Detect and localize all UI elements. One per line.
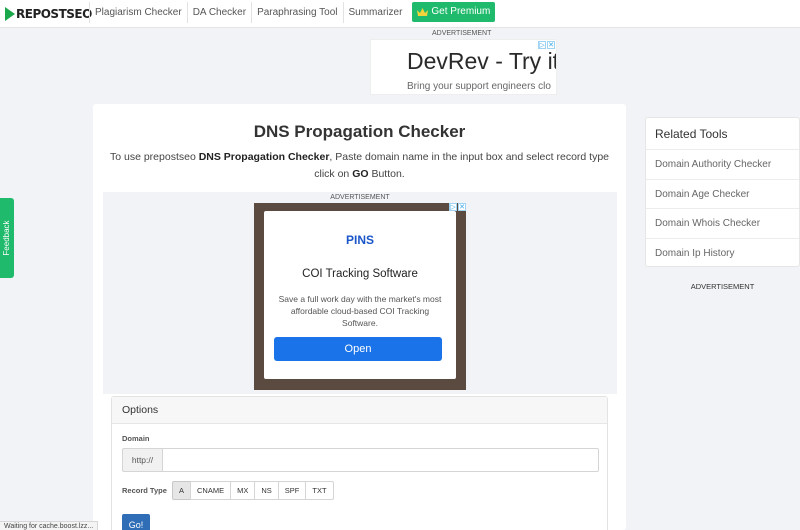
record-type-txt[interactable]: TXT [305, 481, 334, 500]
intro-tool-name: DNS Propagation Checker [198, 151, 330, 163]
site-logo[interactable]: REPOSTSEO [5, 5, 92, 23]
get-premium-button[interactable]: Get Premium [412, 2, 496, 22]
feedback-tab[interactable]: Feedback [0, 198, 14, 278]
nav-item-summarizer[interactable]: Summarizer [344, 2, 408, 23]
ad-side-label: ADVERTISEMENT [690, 282, 755, 291]
ad-brand-logo: PINS [345, 233, 374, 247]
related-item-domain-ip-history[interactable]: Domain Ip History [646, 239, 799, 269]
browser-status-bar: Waiting for cache.boost.lzz... [0, 521, 99, 530]
options-heading: Options [112, 397, 607, 424]
feedback-label: Feedback [2, 220, 11, 256]
get-premium-label: Get Premium [431, 6, 491, 17]
ad-top-banner[interactable]: DevRev - Try it Bring your support engin… [370, 39, 557, 95]
ad-close-icon[interactable]: ✕ [458, 203, 466, 211]
ad-mid-container: ADVERTISEMENT PINS COI Tracking Software… [103, 192, 617, 394]
ad-title: COI Tracking Software [302, 268, 418, 280]
intro-text: To use prepostseo DNS Propagation Checke… [105, 149, 614, 183]
record-type-label: Record Type [122, 486, 167, 495]
record-type-cname[interactable]: CNAME [190, 481, 232, 500]
domain-input[interactable] [162, 448, 599, 472]
related-tools-title: Related Tools [646, 118, 799, 150]
record-type-selector: A CNAME MX NS SPF TXT [172, 481, 334, 500]
logo-mark-icon [5, 7, 15, 21]
record-type-ns[interactable]: NS [254, 481, 279, 500]
record-type-a[interactable]: A [172, 481, 192, 500]
go-button[interactable]: Go! [122, 514, 150, 530]
domain-input-group: http:// [122, 448, 599, 472]
domain-label: Domain [122, 434, 150, 443]
ad-top-label: ADVERTISEMENT [432, 30, 492, 37]
related-item-domain-authority-checker[interactable]: Domain Authority Checker [646, 150, 799, 180]
crown-icon [417, 7, 429, 16]
related-item-domain-whois-checker[interactable]: Domain Whois Checker [646, 209, 799, 239]
related-item-domain-age-checker[interactable]: Domain Age Checker [646, 180, 799, 209]
related-tools-panel: Related Tools Domain Authority Checker D… [645, 117, 800, 267]
nav-item-plagiarism-checker[interactable]: Plagiarism Checker [89, 2, 188, 23]
ad-top-headline: DevRev - Try it [407, 48, 557, 74]
record-type-mx[interactable]: MX [230, 481, 256, 500]
top-navbar: REPOSTSEO Plagiarism Checker DA Checker … [0, 0, 800, 28]
ad-description: Save a full work day with the market's m… [278, 294, 442, 328]
nav-item-paraphrasing-tool[interactable]: Paraphrasing Tool [252, 2, 344, 23]
page-title: DNS Propagation Checker [253, 122, 466, 141]
intro-text-part: To use prepostseo [109, 151, 199, 163]
ad-mid-label: ADVERTISEMENT [330, 194, 390, 201]
ad-mid-banner[interactable]: PINS COI Tracking Software Save a full w… [254, 203, 466, 390]
domain-prefix: http:// [122, 448, 162, 472]
ad-card[interactable]: PINS COI Tracking Software Save a full w… [264, 211, 456, 379]
options-panel: Options Domain http:// Record Type A CNA… [111, 396, 608, 530]
intro-go-word: GO [352, 168, 369, 180]
logo-text: REPOSTSEO [16, 7, 92, 21]
ad-top-subtext: Bring your support engineers clo [407, 81, 551, 92]
record-type-spf[interactable]: SPF [277, 481, 307, 500]
ad-info-icon[interactable]: ▷ [449, 203, 457, 211]
main-panel: DNS Propagation Checker To use prepostse… [93, 104, 626, 530]
ad-info-icon[interactable]: ▷ [538, 41, 546, 49]
ad-open-button[interactable]: Open [274, 337, 442, 361]
ad-choices[interactable]: ▷ ✕ [538, 41, 555, 49]
ad-choices[interactable]: ▷ ✕ [449, 203, 466, 211]
nav-item-da-checker[interactable]: DA Checker [188, 2, 253, 23]
nav-menu: Plagiarism Checker DA Checker Paraphrasi… [89, 2, 496, 23]
ad-close-icon[interactable]: ✕ [547, 41, 555, 49]
intro-text-part: Button. [368, 168, 405, 180]
